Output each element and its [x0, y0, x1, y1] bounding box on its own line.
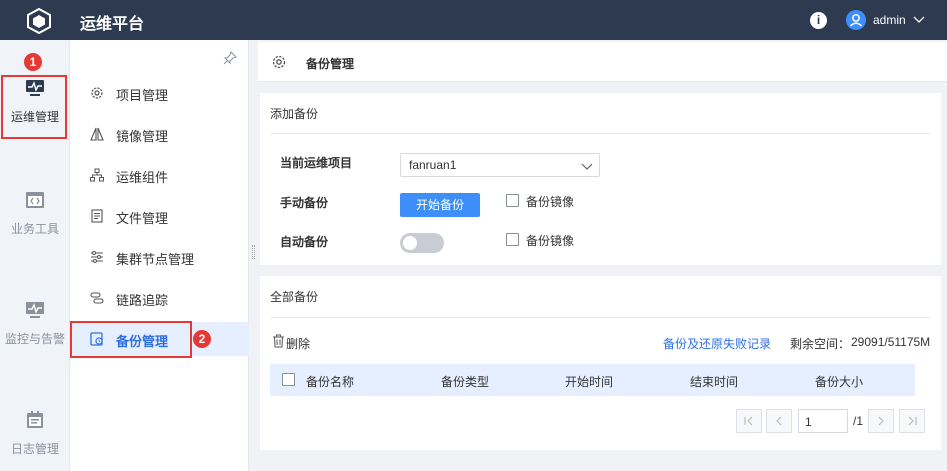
annotation-highlight-2 — [70, 321, 192, 358]
primary-sidebar: 运维管理 业务工具 监控与告警 日志管理 1 — [0, 40, 70, 471]
chevron-right-icon — [878, 416, 884, 426]
select-all-checkbox[interactable] — [282, 373, 295, 386]
logo-icon[interactable] — [26, 8, 52, 34]
page-title: 备份管理 — [306, 57, 355, 71]
file-icon — [91, 209, 103, 223]
column-header[interactable]: 备份类型 — [441, 373, 489, 390]
failure-log-link[interactable]: 备份及还原失败记录 — [663, 335, 771, 352]
calendar-log-icon — [27, 411, 43, 428]
pin-icon[interactable] — [223, 51, 237, 65]
manual-backup-label: 手动备份 — [280, 196, 329, 210]
next-page-button[interactable] — [868, 409, 894, 433]
user-avatar-icon[interactable] — [846, 10, 866, 30]
sidebar-item-link-tracing[interactable]: 链路追踪 — [70, 281, 249, 315]
secondary-sidebar: 项目管理 镜像管理 运维组件 文件管理 集群节点管理 链路追踪 备份管理 2 — [70, 40, 249, 471]
panel-title: 全部备份 — [270, 290, 319, 304]
checkbox-label: 备份镜像 — [526, 234, 575, 248]
add-backup-panel: 添加备份 当前运维项目 fanruan1 手动备份 开始备份 备份镜像 自动备份… — [260, 93, 941, 265]
toggle-knob — [403, 236, 417, 250]
divider — [270, 133, 931, 134]
table-header: 备份名称 备份类型 开始时间 结束时间 备份大小 — [270, 364, 915, 396]
annotation-highlight-1 — [1, 75, 67, 139]
first-page-icon — [744, 416, 753, 426]
sidebar-item-label: 文件管理 — [116, 211, 169, 226]
auto-backup-label: 自动备份 — [280, 235, 329, 249]
prev-page-button[interactable] — [766, 409, 792, 433]
column-header[interactable]: 备份名称 — [306, 373, 354, 390]
auto-backup-toggle[interactable] — [400, 233, 444, 253]
annotation-marker-1: 1 — [24, 53, 42, 71]
sidebar-item-label: 集群节点管理 — [116, 252, 195, 267]
sidebar-item-cluster-nodes[interactable]: 集群节点管理 — [70, 240, 249, 274]
remaining-space-label: 剩余空间： — [790, 337, 851, 351]
nav-item-label: 日志管理 — [10, 442, 59, 456]
sidebar-item-image-management[interactable]: 镜像管理 — [70, 117, 249, 151]
monitor-alert-icon — [26, 302, 44, 318]
nav-item-monitoring-alerts[interactable]: 监控与告警 — [0, 300, 70, 347]
column-header[interactable]: 结束时间 — [690, 373, 738, 390]
link-trace-icon — [90, 292, 104, 304]
sidebar-item-project-management[interactable]: 项目管理 — [70, 76, 249, 110]
delete-button[interactable]: 删除 — [286, 335, 310, 352]
sidebar-item-label: 项目管理 — [116, 88, 169, 103]
sidebar-resize-handle[interactable] — [252, 245, 255, 259]
nav-item-label: 业务工具 — [10, 222, 59, 236]
column-header[interactable]: 备份大小 — [815, 373, 863, 390]
first-page-button[interactable] — [736, 409, 762, 433]
page-number-input[interactable]: 1 — [798, 409, 848, 433]
top-header: 运维平台 i admin — [0, 0, 947, 40]
chevron-left-icon — [776, 416, 782, 426]
auto-backup-mirror-checkbox[interactable] — [506, 233, 519, 246]
column-header[interactable]: 开始时间 — [565, 373, 613, 390]
mirror-icon — [90, 127, 104, 141]
start-backup-button[interactable]: 开始备份 — [400, 193, 480, 217]
app-title: 运维平台 — [80, 16, 145, 33]
nav-item-log-management[interactable]: 日志管理 — [0, 410, 70, 457]
sidebar-item-label: 运维组件 — [116, 170, 169, 185]
chevron-down-icon — [581, 163, 593, 170]
nav-item-label: 监控与告警 — [4, 332, 65, 346]
component-tree-icon — [90, 168, 104, 182]
user-name[interactable]: admin — [873, 13, 906, 27]
project-label: 当前运维项目 — [280, 156, 353, 170]
info-icon[interactable]: i — [810, 12, 827, 29]
sidebar-item-label: 镜像管理 — [116, 129, 169, 144]
sidebar-item-file-management[interactable]: 文件管理 — [70, 199, 249, 233]
divider — [270, 317, 931, 318]
panel-title: 添加备份 — [270, 107, 319, 121]
sidebar-item-ops-components[interactable]: 运维组件 — [70, 158, 249, 192]
project-select[interactable]: fanruan1 — [400, 153, 600, 177]
chevron-down-icon[interactable] — [913, 13, 925, 25]
total-pages: /1 — [853, 414, 864, 428]
annotation-marker-2: 2 — [193, 330, 211, 348]
all-backups-panel: 全部备份 删除 备份及还原失败记录 剩余空间： 29091/51175M 备份名… — [260, 276, 941, 450]
gear-icon — [272, 55, 286, 69]
breadcrumb: 备份管理 — [258, 42, 947, 82]
trash-icon[interactable] — [272, 334, 285, 348]
backup-mirror-checkbox[interactable] — [506, 194, 519, 207]
current-page: 1 — [805, 415, 812, 429]
gear-icon — [91, 87, 103, 99]
project-select-value: fanruan1 — [409, 158, 457, 172]
sliders-icon — [91, 251, 103, 263]
last-page-icon — [908, 416, 917, 426]
sidebar-item-label: 链路追踪 — [116, 293, 169, 308]
checkbox-label: 备份镜像 — [526, 195, 575, 209]
remaining-space-value: 29091/51175M — [851, 335, 931, 349]
last-page-button[interactable] — [899, 409, 925, 433]
code-window-icon — [26, 192, 44, 208]
nav-item-business-tools[interactable]: 业务工具 — [0, 190, 70, 237]
